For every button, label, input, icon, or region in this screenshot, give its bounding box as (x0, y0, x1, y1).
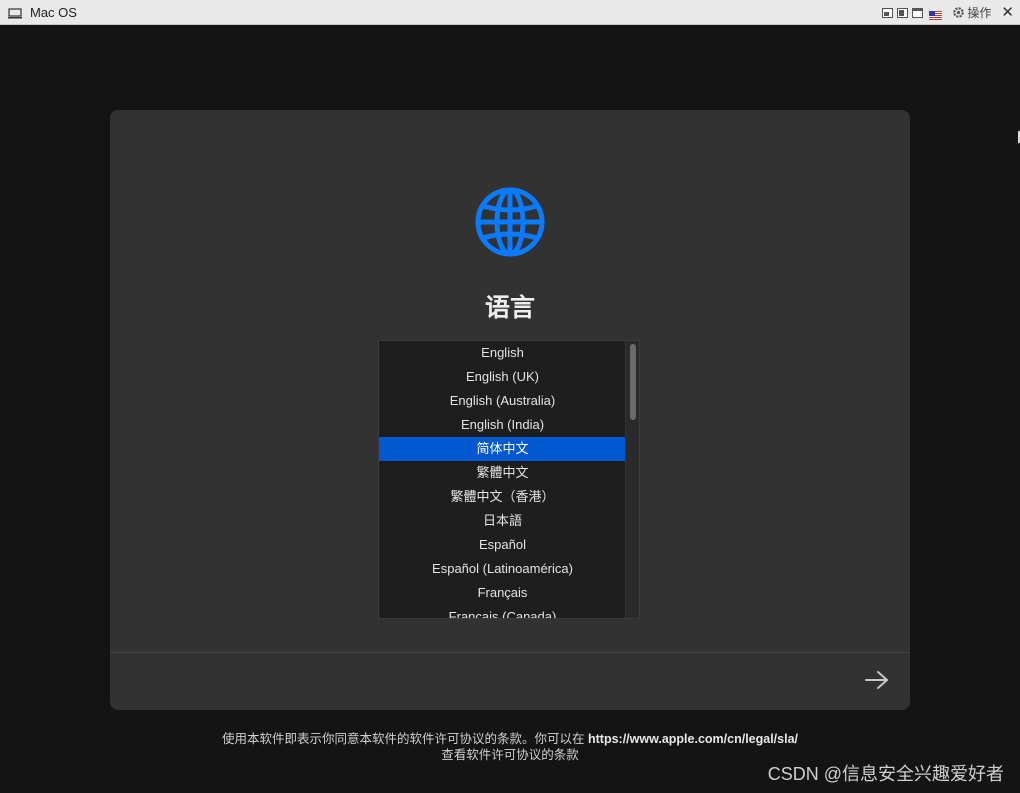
language-option[interactable]: 简体中文 (379, 437, 626, 461)
us-flag-icon[interactable] (929, 8, 943, 20)
language-option[interactable]: Français (379, 581, 626, 605)
language-option[interactable]: 繁體中文（香港） (379, 485, 626, 509)
close-icon[interactable]: ✕ (1001, 5, 1014, 20)
language-list[interactable]: Français (Canada) Français Español (Latino… (378, 340, 640, 619)
gear-icon (952, 6, 965, 19)
globe-icon (474, 186, 546, 258)
license-line-1: 使用本软件即表示你同意本软件的软件许可协议的条款。你可以在 https://ww… (0, 731, 1020, 747)
ops-menu[interactable]: 操作 (952, 4, 991, 21)
monitor-icon (8, 7, 22, 18)
watermark: CSDN @信息安全兴趣爱好者 (767, 764, 1004, 784)
language-option[interactable]: 日本語 (379, 509, 626, 533)
tile-icon[interactable] (897, 7, 909, 18)
scrollbar-thumb[interactable] (630, 344, 636, 420)
license-text-prefix: 使用本软件即表示你同意本软件的软件许可协议的条款。你可以在 (222, 732, 585, 746)
language-option[interactable]: English (India) (379, 413, 626, 437)
language-option[interactable]: Español (Latinoamérica) (379, 557, 626, 581)
next-button[interactable] (862, 668, 892, 692)
language-dialog: 语言 Français (Canada) Français Español (Lat… (110, 110, 910, 710)
restore-icon[interactable] (882, 7, 894, 18)
license-link[interactable]: https://www.apple.com/cn/legal/sla/ (588, 732, 798, 746)
language-option[interactable]: 繁體中文 (379, 461, 626, 485)
vm-window-controls: 操作 ✕ (882, 0, 1014, 25)
ops-label: 操作 (967, 6, 992, 20)
license-notice: 使用本软件即表示你同意本软件的软件许可协议的条款。你可以在 https://ww… (0, 731, 1020, 763)
language-option[interactable]: Español (379, 533, 626, 557)
vm-title-bar: Mac OS 操作 ✕ (0, 0, 1020, 25)
language-option[interactable]: English (Australia) (379, 389, 626, 413)
language-option[interactable]: Français (Canada) (379, 605, 626, 618)
divider (110, 652, 910, 653)
vm-window-title: Mac OS (30, 4, 77, 20)
page-title: 语言 (484, 293, 535, 322)
language-option[interactable]: English (UK) (379, 365, 626, 389)
language-option[interactable]: English (379, 341, 626, 365)
maximize-icon[interactable] (912, 7, 924, 18)
scrollbar[interactable] (625, 341, 639, 618)
arrow-right-icon (865, 671, 888, 689)
